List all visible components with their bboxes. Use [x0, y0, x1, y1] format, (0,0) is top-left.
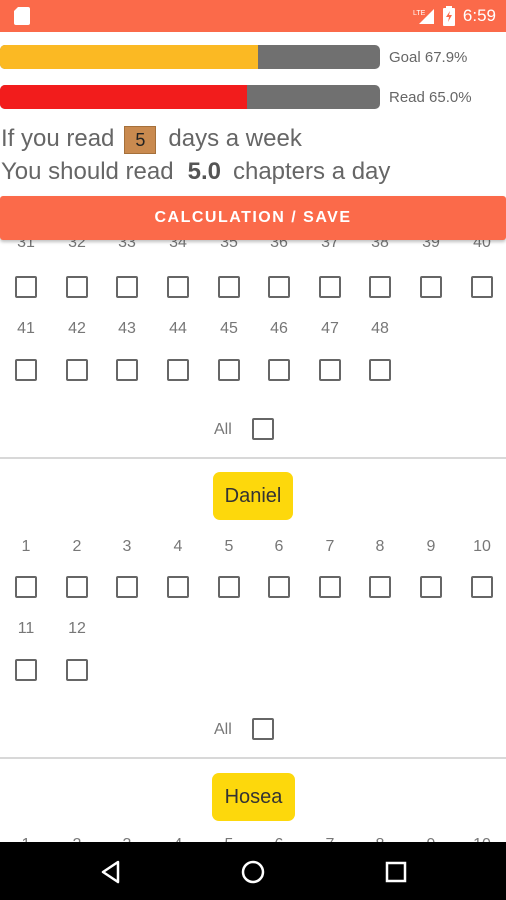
chapter-number: 42: [68, 320, 86, 337]
chapter-number: 31: [17, 240, 35, 251]
home-icon[interactable]: [240, 859, 266, 885]
chapters-per-day-value: 5.0: [187, 158, 221, 185]
days-prefix: If you read: [1, 125, 115, 152]
chapter-checkbox[interactable]: [167, 359, 189, 381]
chapter-checkbox[interactable]: [319, 359, 341, 381]
chapter-checkbox[interactable]: [471, 276, 493, 298]
chapter-checkbox[interactable]: [218, 276, 240, 298]
chapter-checkbox[interactable]: [15, 576, 37, 598]
sim-card-icon: [14, 7, 30, 25]
chapter-number: 3: [122, 538, 132, 555]
chapter-number: 4: [173, 538, 183, 555]
chapter-number: 9: [426, 538, 436, 555]
chapter-number: 44: [169, 320, 187, 337]
chapter-number: 45: [220, 320, 238, 337]
chapter-checkbox[interactable]: [15, 659, 37, 681]
chapter-number: 37: [321, 240, 339, 251]
chapters-prefix: You should read: [1, 158, 174, 185]
chapter-number: 40: [473, 240, 491, 251]
chapter-checkbox[interactable]: [268, 276, 290, 298]
chapter-checkbox[interactable]: [167, 276, 189, 298]
status-bar: LTE 6:59: [0, 0, 506, 32]
recents-icon[interactable]: [383, 859, 409, 885]
chapter-checkbox[interactable]: [420, 276, 442, 298]
chapter-number: 39: [422, 240, 440, 251]
chapter-checkbox[interactable]: [268, 359, 290, 381]
chapter-number: 48: [371, 320, 389, 337]
chapter-checkbox[interactable]: [15, 276, 37, 298]
chapter-checkbox[interactable]: [218, 359, 240, 381]
chapter-number: 5: [224, 538, 234, 555]
navigation-bar: [0, 842, 506, 900]
chapter-checkbox[interactable]: [420, 576, 442, 598]
back-icon[interactable]: [98, 859, 124, 885]
read-progress-label: Read 65.0%: [389, 89, 472, 106]
goal-progress: Goal 67.9%: [0, 45, 506, 71]
chapter-checkbox[interactable]: [218, 576, 240, 598]
chapter-checkbox[interactable]: [116, 359, 138, 381]
goal-progress-bar: [0, 45, 380, 69]
chapter-number: 43: [118, 320, 136, 337]
chapter-checkbox[interactable]: [66, 659, 88, 681]
section-divider: [0, 457, 506, 459]
days-per-week-line: If you read 5 days a week: [1, 125, 302, 154]
chapter-checkbox[interactable]: [66, 359, 88, 381]
chapter-list[interactable]: 31 32 33 34 35 36 37 38 39 40 41 42 43 4…: [0, 240, 506, 842]
chapter-number: 35: [220, 240, 238, 251]
chapter-number: 47: [321, 320, 339, 337]
chapter-checkbox[interactable]: [66, 276, 88, 298]
select-all-checkbox[interactable]: [252, 418, 274, 440]
read-progress-fill: [0, 85, 247, 109]
chapter-number: 11: [17, 620, 35, 637]
chapter-number: 32: [68, 240, 86, 251]
days-per-week-input[interactable]: 5: [124, 125, 157, 154]
read-progress: Read 65.0%: [0, 85, 506, 111]
chapter-checkbox[interactable]: [369, 576, 391, 598]
clock: 6:59: [462, 6, 496, 25]
chapter-checkbox[interactable]: [319, 276, 341, 298]
chapter-number: 1: [21, 538, 31, 555]
goal-progress-fill: [0, 45, 259, 69]
days-suffix: days a week: [168, 125, 302, 152]
chapter-checkbox[interactable]: [66, 576, 88, 598]
chapter-checkbox[interactable]: [471, 576, 493, 598]
calculation-save-button[interactable]: CALCULATION / SAVE: [0, 196, 506, 240]
read-progress-bar: [0, 85, 380, 109]
chapter-checkbox[interactable]: [116, 576, 138, 598]
chapter-checkbox[interactable]: [369, 359, 391, 381]
chapter-checkbox[interactable]: [116, 276, 138, 298]
chapters-suffix: chapters a day: [232, 158, 391, 185]
book-button-daniel[interactable]: Daniel: [213, 472, 293, 520]
chapter-number: 41: [17, 320, 35, 337]
goal-progress-label: Goal 67.9%: [389, 49, 468, 66]
select-all-label: All: [214, 721, 232, 738]
select-all-checkbox[interactable]: [252, 718, 274, 740]
chapter-number: 6: [274, 538, 284, 555]
chapter-number: 34: [169, 240, 187, 251]
chapter-checkbox[interactable]: [319, 576, 341, 598]
chapter-number: 10: [473, 538, 491, 555]
chapter-number: 8: [375, 538, 385, 555]
chapter-number: 38: [371, 240, 389, 251]
chapter-number: 46: [270, 320, 288, 337]
chapter-number: 2: [72, 538, 82, 555]
chapter-number: 12: [68, 620, 86, 637]
select-all-label: All: [214, 421, 232, 438]
chapter-number: 36: [270, 240, 288, 251]
chapter-checkbox[interactable]: [15, 359, 37, 381]
chapter-checkbox[interactable]: [167, 576, 189, 598]
chapters-per-day-line: You should read 5.0 chapters a day: [1, 158, 390, 186]
chapter-number: 7: [325, 538, 335, 555]
chapter-checkbox[interactable]: [268, 576, 290, 598]
signal-icon: LTE: [413, 9, 434, 24]
chapter-checkbox[interactable]: [369, 276, 391, 298]
battery-icon: [442, 6, 455, 26]
book-button-hosea[interactable]: Hosea: [212, 773, 295, 821]
section-divider: [0, 757, 506, 759]
chapter-number: 33: [118, 240, 136, 251]
svg-text:LTE: LTE: [413, 10, 426, 17]
